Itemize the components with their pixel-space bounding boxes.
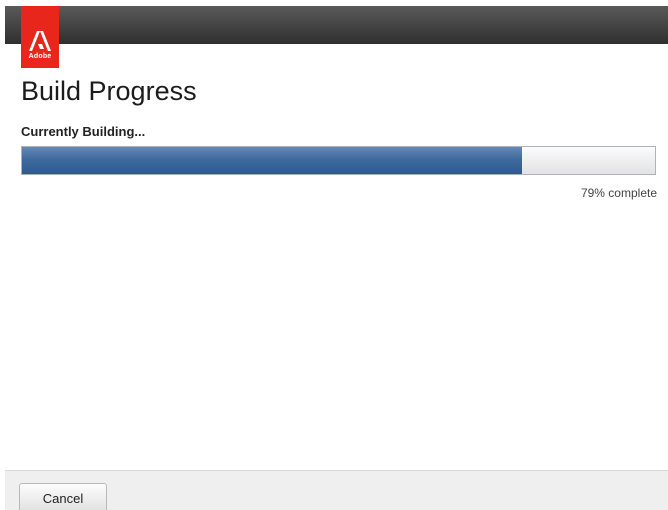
adobe-logo-icon: Adobe — [21, 6, 59, 68]
progress-percent-label: 79% complete — [580, 186, 657, 200]
build-progress-window: Adobe Build Progress Currently Building.… — [5, 6, 668, 510]
progress-bar — [21, 146, 656, 175]
footer-bar: Cancel — [5, 470, 668, 510]
status-text: Currently Building... — [21, 124, 146, 139]
progress-bar-fill — [22, 147, 523, 174]
title-bar — [5, 6, 668, 44]
page-title: Build Progress — [21, 76, 197, 106]
brand-name: Adobe — [28, 53, 52, 60]
cancel-button[interactable]: Cancel — [19, 483, 107, 510]
